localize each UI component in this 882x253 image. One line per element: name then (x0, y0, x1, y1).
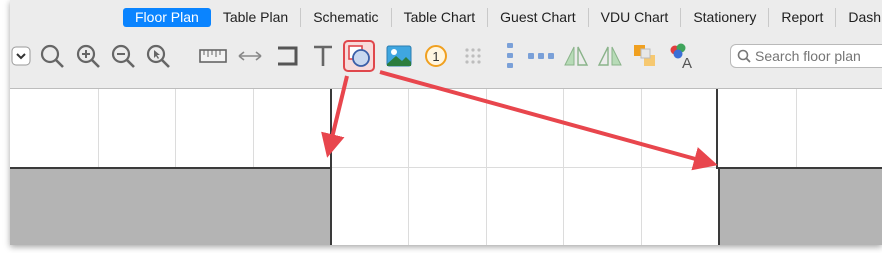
annotation-arrow (321, 75, 349, 158)
annotation-arrow (379, 70, 718, 171)
annotation-arrows (321, 70, 718, 171)
app-window: Floor Plan Table Plan Schematic Table Ch… (10, 0, 882, 245)
